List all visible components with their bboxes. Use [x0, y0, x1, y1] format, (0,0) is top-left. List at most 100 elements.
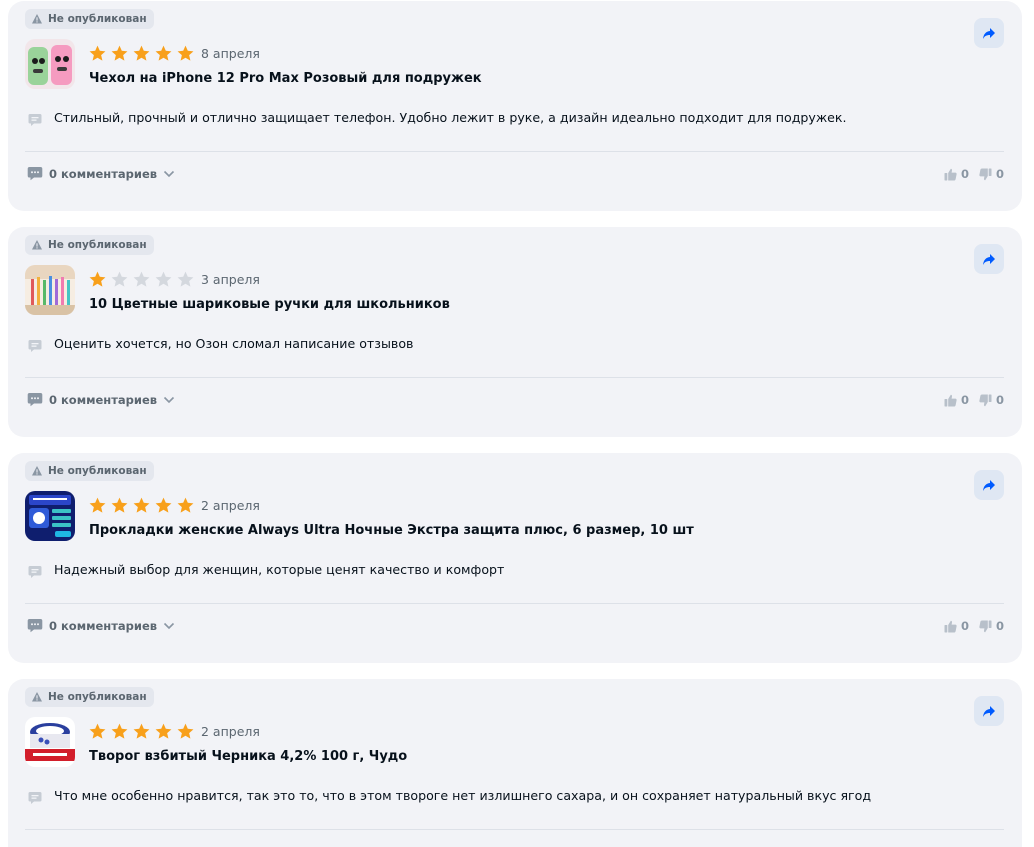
warning-icon — [32, 466, 42, 476]
star-icon — [177, 45, 194, 61]
review-text-icon — [28, 566, 42, 578]
review-date: 3 апреля — [201, 272, 260, 287]
star-icon — [111, 497, 128, 513]
votes: 0 0 — [944, 619, 1004, 633]
share-button[interactable] — [974, 696, 1004, 726]
status-text: Не опубликован — [48, 691, 147, 703]
review-date: 8 апреля — [201, 46, 260, 61]
rating-stars — [88, 270, 195, 289]
star-icon — [89, 45, 106, 61]
thumbs-up-icon — [944, 168, 957, 180]
status-badge: Не опубликован — [25, 235, 154, 255]
status-text: Не опубликован — [48, 465, 147, 477]
thumbs-down-icon — [979, 168, 992, 180]
review-card: Не опубликован 2 апреля Творог взбитый Ч… — [8, 679, 1022, 847]
star-icon — [155, 497, 172, 513]
product-image[interactable] — [25, 39, 75, 89]
comments-toggle[interactable]: 0 комментариев — [27, 392, 175, 407]
votes: 0 0 — [944, 393, 1004, 407]
star-icon — [177, 271, 194, 287]
like-button[interactable]: 0 — [944, 167, 969, 181]
star-icon — [89, 271, 106, 287]
comment-icon — [27, 167, 43, 181]
status-badge: Не опубликован — [25, 461, 154, 481]
dislike-count: 0 — [995, 619, 1004, 633]
star-icon — [133, 497, 150, 513]
rating-stars — [88, 44, 195, 63]
comments-count: 0 комментариев — [49, 166, 158, 181]
review-text: Оценить хочется, но Озон сломал написани… — [54, 336, 414, 351]
star-icon — [155, 45, 172, 61]
share-button[interactable] — [974, 244, 1004, 274]
review-date: 2 апреля — [201, 498, 260, 513]
pads-package-image — [25, 491, 75, 541]
like-button[interactable]: 0 — [944, 393, 969, 407]
comments-count: 0 комментариев — [49, 392, 158, 407]
status-badge: Не опубликован — [25, 687, 154, 707]
phone-case-image — [25, 39, 75, 89]
dislike-count: 0 — [995, 393, 1004, 407]
pens-image — [25, 265, 75, 315]
warning-icon — [32, 14, 42, 24]
chevron-down-icon — [163, 396, 175, 403]
rating-stars — [88, 722, 195, 741]
review-card: Не опубликован 8 апреля Чехол на iPhone … — [8, 1, 1022, 211]
star-icon — [133, 271, 150, 287]
star-icon — [155, 723, 172, 739]
like-count: 0 — [960, 393, 969, 407]
review-card: Не опубликован 2 апреля Прокладки женски… — [8, 453, 1022, 663]
thumbs-up-icon — [944, 620, 957, 632]
dislike-button[interactable]: 0 — [979, 167, 1004, 181]
thumbs-down-icon — [979, 620, 992, 632]
review-text-icon — [28, 792, 42, 804]
share-button[interactable] — [974, 18, 1004, 48]
share-button[interactable] — [974, 470, 1004, 500]
dislike-button[interactable]: 0 — [979, 619, 1004, 633]
review-text: Надежный выбор для женщин, которые ценят… — [54, 562, 505, 577]
star-icon — [133, 45, 150, 61]
product-title-link[interactable]: 10 Цветные шариковые ручки для школьнико… — [89, 297, 450, 312]
thumbs-up-icon — [944, 394, 957, 406]
like-button[interactable]: 0 — [944, 619, 969, 633]
like-count: 0 — [960, 619, 969, 633]
star-icon — [111, 271, 128, 287]
star-icon — [177, 723, 194, 739]
product-image[interactable] — [25, 491, 75, 541]
star-icon — [133, 723, 150, 739]
star-icon — [177, 497, 194, 513]
votes: 0 0 — [944, 167, 1004, 181]
star-icon — [89, 497, 106, 513]
product-image[interactable] — [25, 717, 75, 767]
status-badge: Не опубликован — [25, 9, 154, 29]
thumbs-down-icon — [979, 394, 992, 406]
divider — [25, 603, 1004, 604]
review-card: Не опубликован 3 апреля 10 Цветные шарик… — [8, 227, 1022, 437]
divider — [25, 151, 1004, 152]
status-text: Не опубликован — [48, 239, 147, 251]
status-text: Не опубликован — [48, 13, 147, 25]
dislike-button[interactable]: 0 — [979, 393, 1004, 407]
share-arrow-icon — [983, 705, 995, 717]
divider — [25, 829, 1004, 830]
star-icon — [111, 723, 128, 739]
share-arrow-icon — [983, 479, 995, 491]
star-icon — [111, 45, 128, 61]
product-title-link[interactable]: Прокладки женские Always Ultra Ночные Эк… — [89, 523, 694, 538]
comments-toggle[interactable]: 0 комментариев — [27, 618, 175, 633]
comments-count: 0 комментариев — [49, 618, 158, 633]
star-icon — [89, 723, 106, 739]
share-arrow-icon — [983, 27, 995, 39]
like-count: 0 — [960, 167, 969, 181]
chevron-down-icon — [163, 622, 175, 629]
product-image[interactable] — [25, 265, 75, 315]
review-date: 2 апреля — [201, 724, 260, 739]
review-text-icon — [28, 114, 42, 126]
comments-toggle[interactable]: 0 комментариев — [27, 166, 175, 181]
review-text: Стильный, прочный и отлично защищает тел… — [54, 110, 847, 125]
star-icon — [155, 271, 172, 287]
chevron-down-icon — [163, 170, 175, 177]
review-text: Что мне особенно нравится, так это то, ч… — [54, 788, 872, 803]
product-title-link[interactable]: Творог взбитый Черника 4,2% 100 г, Чудо — [89, 749, 407, 764]
warning-icon — [32, 692, 42, 702]
product-title-link[interactable]: Чехол на iPhone 12 Pro Max Розовый для п… — [89, 71, 482, 86]
